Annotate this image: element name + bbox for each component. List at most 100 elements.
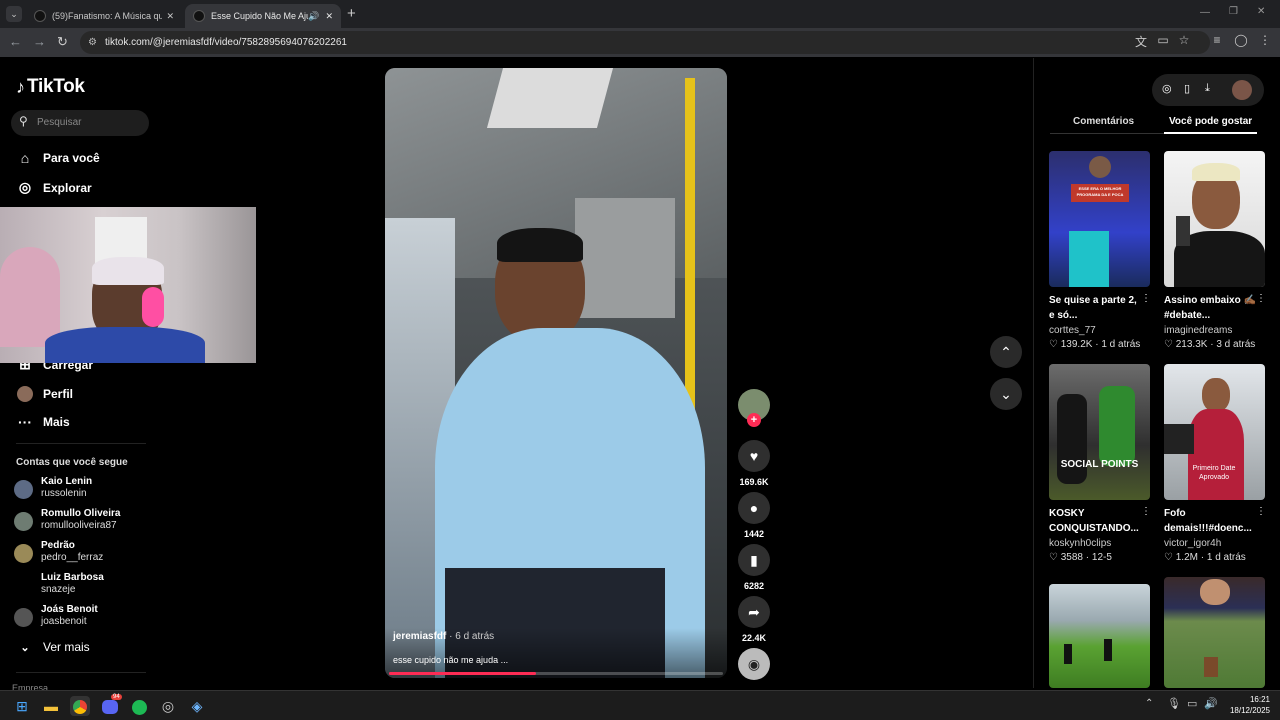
suggested-video-card[interactable]: SOCIAL POINTS KOSKY CONQUISTANDO... ⋮ ko… <box>1049 364 1151 563</box>
progress-track[interactable] <box>389 672 723 675</box>
tiktok-logo[interactable]: ♪ TikTok <box>16 76 85 98</box>
tab-comentarios[interactable]: Comentários <box>1073 116 1134 127</box>
see-more-label: Ver mais <box>43 640 90 654</box>
clock[interactable]: 16:21 18/12/2025 <box>1224 694 1270 716</box>
person-shape <box>1064 644 1072 664</box>
speaker-icon[interactable]: 🔊 <box>308 11 319 22</box>
comment-count: 1442 <box>743 529 765 539</box>
phone-icon[interactable]: ▯ <box>1184 82 1190 95</box>
browser-tab-2[interactable]: Esse Cupido Não Me Ajuda 🔊 ✕ <box>185 4 341 28</box>
following-name: Romullo Oliveira <box>41 508 121 519</box>
more-options-icon[interactable]: ⋮ <box>1141 293 1151 304</box>
suggested-video-card[interactable] <box>1049 584 1150 688</box>
reload-icon[interactable]: ↻ <box>57 34 68 50</box>
card-stats: ♡ 3588 · 12-5 <box>1049 552 1112 563</box>
comment-icon: ● <box>738 492 770 524</box>
network-icon[interactable]: ▭ <box>1187 697 1197 710</box>
tiktok-favicon-icon <box>34 10 46 22</box>
person-shape <box>1057 394 1087 484</box>
thumbnail-overlay: Primeiro Date Aprovado <box>1192 465 1236 481</box>
shirt <box>45 327 205 363</box>
translate-icon[interactable]: 文 <box>1132 33 1150 50</box>
creator-avatar-button[interactable]: + <box>738 389 770 427</box>
search-icon: ⚲ <box>19 114 28 128</box>
save-button[interactable]: ▮ 6282 <box>738 544 770 591</box>
url-text: tiktok.com/@jeremiasfdf/video/7582895694… <box>105 37 347 48</box>
card-title: Se quise a parte 2, e só... <box>1049 295 1137 321</box>
nav-para-voce[interactable]: ⌂ Para você <box>16 150 100 166</box>
previous-video-button[interactable]: ⌃ <box>990 336 1022 368</box>
download-icon[interactable]: ⤓ <box>1205 82 1210 95</box>
tab-close-icon[interactable]: ✕ <box>166 11 174 22</box>
tab-title: (59)Fanatismo: A Música que To <box>52 11 163 21</box>
menu-icon[interactable]: ⋮ <box>1256 33 1274 47</box>
comment-button[interactable]: ● 1442 <box>738 492 770 539</box>
minimize-button[interactable]: — <box>1200 7 1210 18</box>
site-info-icon[interactable]: ⚙ <box>88 31 97 54</box>
more-options-icon[interactable]: ⋮ <box>1141 506 1151 517</box>
windows-start-icon[interactable]: ⊞ <box>12 696 32 716</box>
music-disc-button[interactable]: ◉ <box>738 648 770 680</box>
card-user[interactable]: corttes_77 <box>1049 325 1150 336</box>
follow-plus-icon[interactable]: + <box>747 413 761 427</box>
suggested-video-card[interactable]: ESSE ERA O MELHOR PROGRAMA DA E POCA Se … <box>1049 151 1151 350</box>
nav-mais[interactable]: ··· Mais <box>16 414 70 430</box>
close-window-button[interactable]: ✕ <box>1257 6 1265 17</box>
video-thumbnail: ESSE ERA O MELHOR PROGRAMA DA E POCA <box>1049 151 1150 287</box>
card-user[interactable]: koskynh0clips <box>1049 538 1150 549</box>
share-button[interactable]: ➦ 22.4K <box>738 596 770 643</box>
volume-icon[interactable]: 🔊 <box>1204 697 1218 710</box>
cast-icon[interactable]: ▭ <box>1154 33 1172 47</box>
card-user[interactable]: imaginedreams <box>1164 325 1265 336</box>
tab-search-button[interactable]: ⌄ <box>6 6 22 22</box>
windows-taskbar: ⊞ ▬ 94 ◎ ◈ ⌃ 🎙 ▭ 🔊 16:21 18/12/2025 <box>0 690 1280 720</box>
url-input[interactable]: ⚙ tiktok.com/@jeremiasfdf/video/75828956… <box>80 31 1210 54</box>
suggested-video-card[interactable] <box>1164 577 1265 688</box>
new-tab-button[interactable]: + <box>347 5 356 22</box>
steam-icon[interactable]: ◈ <box>187 696 207 716</box>
card-user[interactable]: victor_igor4h <box>1164 538 1265 549</box>
tab-voce-pode-gostar[interactable]: Você pode gostar <box>1169 116 1252 127</box>
nav-explorar[interactable]: ◎ Explorar <box>16 179 92 196</box>
top-tools-bar: ◎ ▯ ⤓ <box>1152 74 1264 106</box>
microphone-icon[interactable]: 🎙 <box>1167 697 1181 710</box>
video-author[interactable]: jeremiasfdf <box>393 631 446 642</box>
file-explorer-icon[interactable]: ▬ <box>41 696 61 716</box>
chrome-icon[interactable] <box>70 696 90 716</box>
nav-perfil[interactable]: Perfil <box>16 385 73 403</box>
bookmark-star-icon[interactable]: ☆ <box>1175 33 1193 47</box>
compass-icon[interactable]: ◎ <box>1162 82 1172 95</box>
address-bar-row: ← → ↻ ⚙ tiktok.com/@jeremiasfdf/video/75… <box>0 28 1280 57</box>
nav-label: Para você <box>43 151 100 165</box>
profile-icon[interactable]: ◯ <box>1232 33 1250 47</box>
restore-button[interactable]: ❐ <box>1229 6 1238 17</box>
progress-fill <box>389 672 536 675</box>
card-time: 3 d atrás <box>1216 339 1256 350</box>
like-button[interactable]: ♥ 169.6K <box>738 440 770 487</box>
following-handle: romullooliveira87 <box>41 520 117 531</box>
next-video-button[interactable]: ⌄ <box>990 378 1022 410</box>
card-title: Assino embaixo ✍🏾 #debate... <box>1164 295 1256 321</box>
more-options-icon[interactable]: ⋮ <box>1256 506 1266 517</box>
see-more-button[interactable]: ⌄ Ver mais <box>16 640 90 654</box>
suggested-video-card[interactable]: Primeiro Date Aprovado Fofo demais!!!#do… <box>1164 364 1266 563</box>
avatar[interactable] <box>1232 80 1252 100</box>
tab-close-icon[interactable]: ✕ <box>325 11 333 22</box>
tray-chevron-icon[interactable]: ⌃ <box>1145 698 1153 709</box>
video-caption[interactable]: esse cupido não me ajuda ... <box>393 655 508 665</box>
share-icon: ➦ <box>738 596 770 628</box>
card-likes: 1.2M <box>1175 552 1198 563</box>
spotify-icon[interactable] <box>129 696 149 716</box>
app-icon[interactable]: ◎ <box>158 696 178 716</box>
forward-icon[interactable]: → <box>33 34 46 49</box>
search-input[interactable]: ⚲ Pesquisar <box>11 110 149 136</box>
footer-empresa[interactable]: Empresa <box>12 683 48 690</box>
avatar <box>16 385 34 403</box>
more-options-icon[interactable]: ⋮ <box>1256 293 1266 304</box>
suggested-video-card[interactable]: Assino embaixo ✍🏾 #debate... ⋮ imaginedr… <box>1164 151 1266 350</box>
back-icon[interactable]: ← <box>9 34 22 49</box>
video-player[interactable]: jeremiasfdf · 6 d atrás esse cupido não … <box>385 68 727 678</box>
browser-tab-1[interactable]: (59)Fanatismo: A Música que To ✕ <box>26 4 182 28</box>
media-controls-icon[interactable]: ≡ <box>1208 33 1226 47</box>
panel-box <box>575 198 675 318</box>
